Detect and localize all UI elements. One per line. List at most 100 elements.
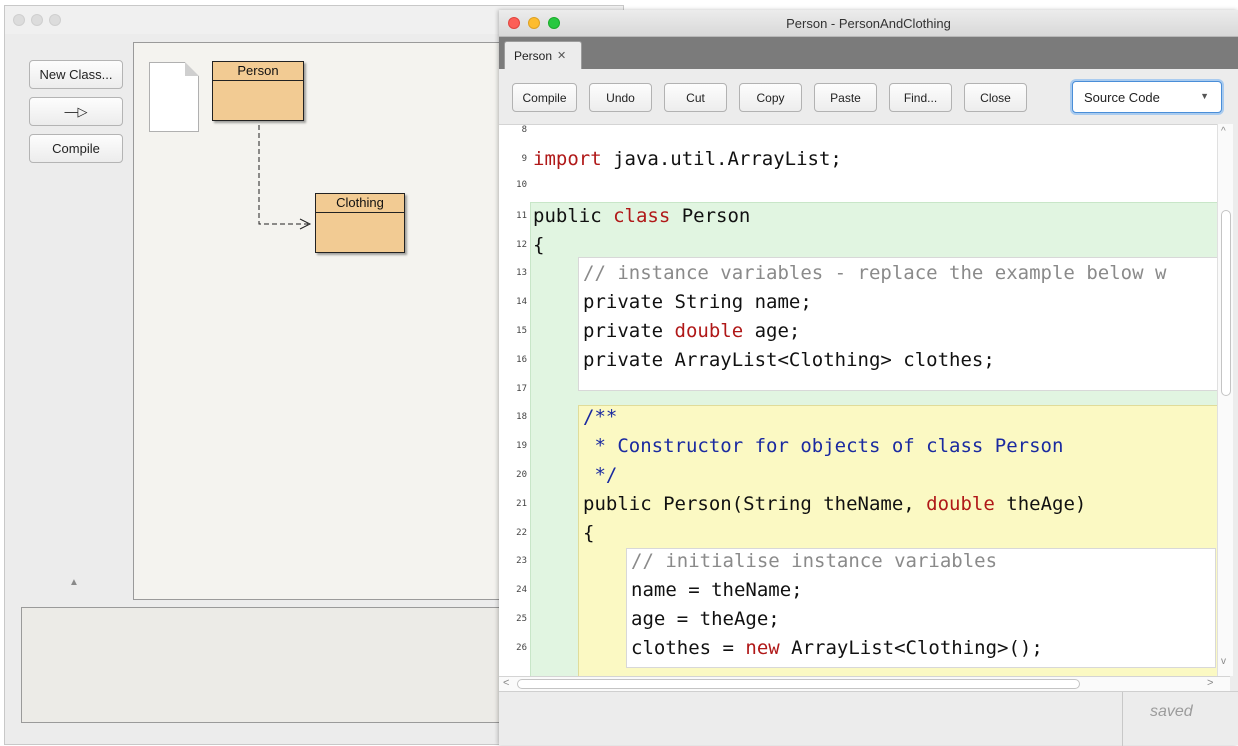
code-line: private ArrayList<Clothing> clothes; bbox=[583, 349, 995, 371]
chevron-down-icon: ▼ bbox=[1200, 91, 1209, 101]
code-line: // instance variables - replace the exam… bbox=[583, 262, 1166, 284]
code-editor[interactable]: 8 9 10 11 12 13 14 15 16 17 18 19 20 21 … bbox=[499, 124, 1230, 676]
scroll-right-icon[interactable]: > bbox=[1207, 677, 1213, 689]
scroll-down-icon[interactable]: v bbox=[1221, 656, 1226, 667]
code-line: { bbox=[533, 234, 544, 256]
line-number: 14 bbox=[516, 297, 527, 307]
code-token: private ArrayList<Clothing> clothes; bbox=[583, 349, 995, 371]
code-token: public Person(String theName, bbox=[583, 493, 927, 515]
code-token: name = theName; bbox=[631, 579, 803, 601]
line-number: 10 bbox=[516, 180, 527, 190]
line-number: 20 bbox=[516, 470, 527, 480]
code-line: { bbox=[583, 522, 594, 544]
javadoc-token: * Constructor for objects of class Perso… bbox=[583, 435, 1064, 457]
editor-window: Person - PersonAndClothing Person ✕ Comp… bbox=[499, 10, 1238, 746]
editor-toolbar: Compile Undo Cut Copy Paste Find... Clos… bbox=[499, 69, 1238, 124]
code-token: ArrayList<Clothing>(); bbox=[779, 637, 1043, 659]
code-token: java.util.ArrayList; bbox=[601, 148, 842, 170]
line-number: 26 bbox=[516, 643, 527, 653]
tab-person[interactable]: Person ✕ bbox=[504, 41, 582, 69]
code-line: import java.util.ArrayList; bbox=[533, 148, 842, 170]
code-line: age = theAge; bbox=[631, 608, 780, 630]
close-dot-icon[interactable] bbox=[13, 14, 25, 26]
view-select[interactable]: Source Code ▼ bbox=[1072, 81, 1222, 113]
readme-document-icon[interactable] bbox=[149, 62, 199, 132]
view-select-value: Source Code bbox=[1084, 89, 1160, 105]
javadoc-token: */ bbox=[583, 464, 618, 486]
expand-terminal-icon[interactable]: ▲ bbox=[69, 577, 79, 588]
status-text: saved bbox=[1150, 703, 1193, 720]
line-number-gutter: 8 9 10 11 12 13 14 15 16 17 18 19 20 21 … bbox=[499, 125, 529, 676]
code-token: age; bbox=[743, 320, 801, 342]
code-line: */ bbox=[583, 464, 617, 486]
line-number: 9 bbox=[521, 154, 527, 164]
editor-titlebar: Person - PersonAndClothing bbox=[499, 10, 1238, 37]
tab-close-icon[interactable]: ✕ bbox=[557, 49, 566, 62]
code-line: public Person(String theName, double the… bbox=[583, 493, 1086, 515]
page-fold-icon bbox=[185, 62, 199, 76]
code-line: // initialise instance variables bbox=[631, 550, 997, 572]
horizontal-scrollbar[interactable]: < > bbox=[499, 676, 1230, 691]
class-box-person[interactable]: Person bbox=[212, 61, 304, 121]
minimize-dot-icon[interactable] bbox=[31, 14, 43, 26]
keyword-token: import bbox=[533, 148, 602, 170]
class-name: Person bbox=[213, 62, 303, 81]
close-button[interactable]: Close bbox=[964, 83, 1027, 112]
line-number: 15 bbox=[516, 326, 527, 336]
line-number: 11 bbox=[516, 211, 527, 221]
code-token: age = theAge; bbox=[631, 608, 780, 630]
compile-button[interactable]: Compile bbox=[512, 83, 577, 112]
code-token: Person bbox=[670, 205, 751, 227]
keyword-token: double bbox=[674, 320, 744, 342]
line-number: 23 bbox=[516, 556, 527, 566]
line-number: 19 bbox=[516, 441, 527, 451]
vertical-scroll-thumb[interactable] bbox=[1221, 210, 1231, 396]
code-token: private String name; bbox=[583, 291, 812, 313]
line-number: 16 bbox=[516, 355, 527, 365]
paste-button[interactable]: Paste bbox=[814, 83, 877, 112]
cut-button[interactable]: Cut bbox=[664, 83, 727, 112]
code-token: private bbox=[583, 320, 675, 342]
main-compile-button[interactable]: Compile bbox=[29, 134, 123, 163]
vertical-scrollbar[interactable]: ^ v bbox=[1217, 124, 1233, 676]
class-box-clothing[interactable]: Clothing bbox=[315, 193, 405, 253]
line-number: 25 bbox=[516, 614, 527, 624]
line-number: 8 bbox=[521, 125, 527, 135]
code-line: /** bbox=[583, 406, 617, 428]
comment-token: // initialise instance variables bbox=[631, 550, 998, 572]
undo-button[interactable]: Undo bbox=[589, 83, 652, 112]
keyword-token: double bbox=[926, 493, 995, 515]
javadoc-token: /** bbox=[583, 406, 618, 428]
code-token: public bbox=[533, 205, 614, 227]
zoom-dot-icon[interactable] bbox=[49, 14, 61, 26]
new-inheritance-arrow-button[interactable]: —▷ bbox=[29, 97, 123, 126]
keyword-token: class bbox=[613, 205, 671, 227]
code-token: theAge) bbox=[994, 493, 1087, 515]
find-button[interactable]: Find... bbox=[889, 83, 952, 112]
line-number: 22 bbox=[516, 528, 527, 538]
window-title: Person - PersonAndClothing bbox=[786, 16, 951, 31]
line-number: 17 bbox=[516, 384, 527, 394]
code-line: public class Person bbox=[533, 205, 750, 227]
code-token: clothes = bbox=[631, 637, 746, 659]
code-line: private double age; bbox=[583, 320, 800, 342]
line-number: 18 bbox=[516, 412, 527, 422]
copy-button[interactable]: Copy bbox=[739, 83, 802, 112]
class-name: Clothing bbox=[316, 194, 404, 213]
code-token: { bbox=[533, 234, 545, 256]
line-number: 24 bbox=[516, 585, 527, 595]
horizontal-scroll-thumb[interactable] bbox=[517, 679, 1080, 689]
tab-bar: Person ✕ bbox=[499, 37, 1238, 69]
code-line: private String name; bbox=[583, 291, 812, 313]
code-token: { bbox=[583, 522, 595, 544]
line-number: 13 bbox=[516, 268, 527, 278]
code-line: name = theName; bbox=[631, 579, 803, 601]
comment-token: // instance variables - replace the exam… bbox=[583, 262, 1167, 284]
scroll-up-icon[interactable]: ^ bbox=[1221, 126, 1226, 137]
tab-label: Person bbox=[514, 48, 553, 63]
scroll-left-icon[interactable]: < bbox=[503, 677, 509, 689]
new-class-button[interactable]: New Class... bbox=[29, 60, 123, 89]
line-number: 12 bbox=[516, 240, 527, 250]
status-divider bbox=[1122, 692, 1123, 746]
status-bar: saved bbox=[499, 691, 1238, 746]
